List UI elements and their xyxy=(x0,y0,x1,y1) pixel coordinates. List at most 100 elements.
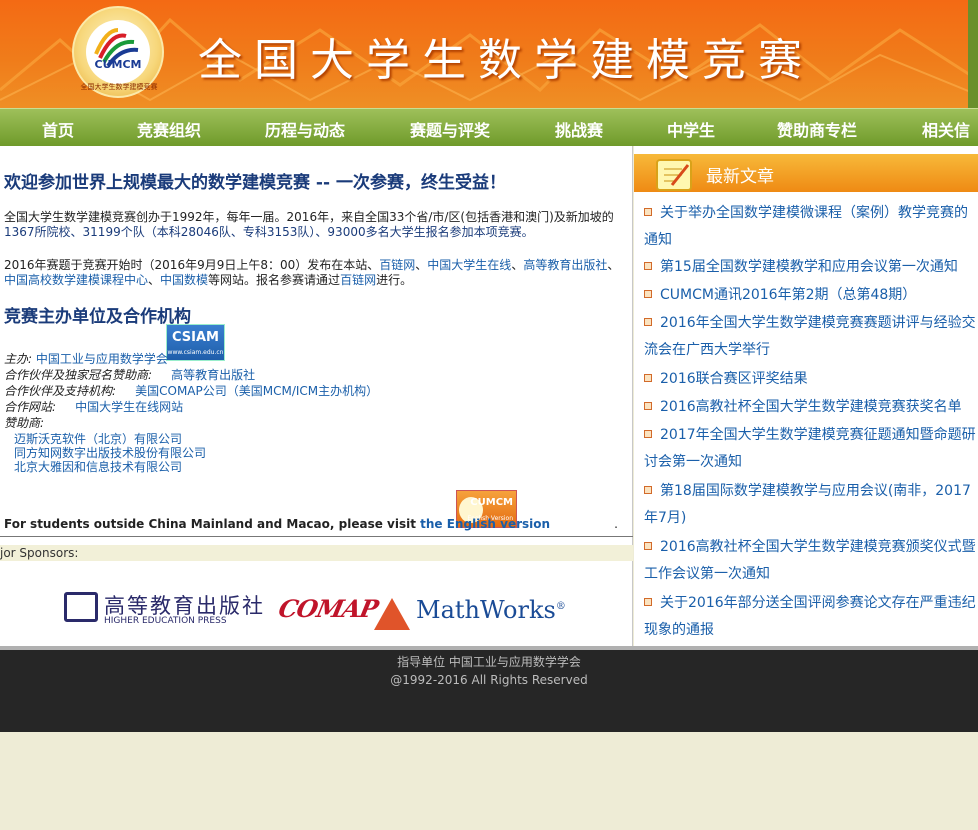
nav-item-home[interactable]: 首页 xyxy=(42,117,74,141)
csiam-url: www.csiam.edu.cn xyxy=(167,349,224,356)
link-china-university-online[interactable]: 中国大学生在线 xyxy=(427,258,511,272)
hep-emblem-icon xyxy=(64,592,98,622)
sidebar-header: 最新文章 xyxy=(634,154,978,192)
mathworks-membrane-icon xyxy=(374,598,410,630)
intro-text-2b: 等网站。报名参赛请通过 xyxy=(208,273,341,287)
bullet-icon xyxy=(644,402,652,410)
bullet-icon xyxy=(644,598,652,606)
article-item[interactable]: 2016年全国大学生数学建模竞赛赛题讲评与经验交流会在广西大学举行 xyxy=(644,310,976,364)
link-hep[interactable]: 高等教育出版社 xyxy=(523,258,607,272)
intl-notice: For students outside China Mainland and … xyxy=(4,517,618,531)
mathworks-logo[interactable]: MathWorks® xyxy=(416,596,566,624)
banner-stripe xyxy=(968,0,978,108)
nav-item-highschool[interactable]: 中学生 xyxy=(667,117,715,141)
english-version-link[interactable]: the English version xyxy=(420,517,550,531)
org-sponsor-label: 赞助商: xyxy=(4,416,45,430)
bullet-icon xyxy=(644,374,652,382)
csiam-logo[interactable]: CSIAM www.csiam.edu.cn xyxy=(166,324,225,361)
nav-item-problems[interactable]: 赛题与评奖 xyxy=(410,117,490,141)
article-item[interactable]: 2016高教社杯全国大学生数学建模竞赛颁奖仪式暨工作会议第一次通知 xyxy=(644,534,976,588)
intro-text-1a: 全国大学生数学建模竞赛创办于1992年，每年一届。2016年，来自全国33个省/… xyxy=(4,210,614,224)
nav-item-sponsors[interactable]: 赞助商专栏 xyxy=(777,117,857,141)
notepad-pencil-icon xyxy=(656,159,692,191)
intl-text: For students outside China Mainland and … xyxy=(4,517,416,531)
article-link[interactable]: 2016高教社杯全国大学生数学建模竞赛获奖名单 xyxy=(660,399,962,415)
bullet-icon xyxy=(644,486,652,494)
article-item[interactable]: CUMCM通讯2016年第2期（总第48期） xyxy=(644,282,976,309)
org-web-label: 合作网站: xyxy=(4,400,57,414)
article-link[interactable]: 第18届国际数学建模教学与应用会议(南非，2017年7月) xyxy=(644,483,971,526)
intro-paragraph-1: 全国大学生数学建模竞赛创办于1992年，每年一届。2016年，来自全国33个省/… xyxy=(4,210,624,240)
nav-item-challenge[interactable]: 挑战赛 xyxy=(555,117,603,141)
logo-emblem-icon xyxy=(86,20,150,84)
intro-text-2c: 进行。 xyxy=(376,273,413,287)
main-nav: 首页 竞赛组织 历程与动态 赛题与评奖 挑战赛 中学生 赞助商专栏 相关信 xyxy=(0,108,978,146)
sidebar-title: 最新文章 xyxy=(706,167,774,187)
intl-period: . xyxy=(614,517,618,531)
link-bailian-register[interactable]: 百链网 xyxy=(340,273,376,287)
welcome-heading: 欢迎参加世界上规模最大的数学建模竞赛 -- 一次参赛，终生受益！ xyxy=(4,173,506,193)
article-item[interactable]: 2016联合赛区评奖结果 xyxy=(644,366,976,393)
link-bailian[interactable]: 百链网 xyxy=(379,258,415,272)
link-hep-partner[interactable]: 高等教育出版社 xyxy=(171,368,255,382)
nav-item-history[interactable]: 历程与动态 xyxy=(265,117,345,141)
separator: 、 xyxy=(415,258,428,272)
article-item[interactable]: 关于举办全国数学建模微课程（案例）教学竞赛的通知 xyxy=(644,200,976,254)
article-link[interactable]: 2016联合赛区评奖结果 xyxy=(660,371,808,387)
org-partner-row: 合作伙伴及独家冠名赞助商: 高等教育出版社 xyxy=(4,368,255,382)
article-item[interactable]: 第18届国际数学建模教学与应用会议(南非，2017年7月) xyxy=(644,478,976,532)
org-web-row: 合作网站: 中国大学生在线网站 xyxy=(4,400,183,414)
link-comap[interactable]: 美国COMAP公司（美国MCM/ICM主办机构） xyxy=(135,384,378,398)
link-csiam[interactable]: 中国工业与应用数学学会 xyxy=(36,352,168,366)
bullet-icon xyxy=(644,208,652,216)
article-item[interactable]: 2017年全国大学生数学建模竞赛征题通知暨命题研讨会第一次通知 xyxy=(644,422,976,476)
article-link[interactable]: 2017年全国大学生数学建模竞赛征题通知暨命题研讨会第一次通知 xyxy=(644,427,976,470)
sponsor-row: 同方知网数字出版技术股份有限公司 xyxy=(14,446,206,460)
separator: 、 xyxy=(607,258,620,272)
cumcm-logo[interactable]: CUMCM 全国大学生数学建模竞赛 xyxy=(72,6,164,98)
mathworks-reg: ® xyxy=(555,601,566,612)
article-link[interactable]: CUMCM通讯2016年第2期（总第48期） xyxy=(660,287,916,303)
bullet-icon xyxy=(644,290,652,298)
nav-item-related[interactable]: 相关信 xyxy=(922,117,970,141)
footer-copyright: @1992-2016 All Rights Reserved xyxy=(390,673,588,687)
article-link[interactable]: 第15届全国数学建模教学和应用会议第一次通知 xyxy=(660,259,958,275)
hep-logo-en: HIGHER EDUCATION PRESS xyxy=(104,616,227,626)
link-china-shumo[interactable]: 中国数模 xyxy=(160,273,208,287)
footer-guidance: 指导单位 中国工业与应用数学学会 xyxy=(397,655,581,669)
org-sponsor-label-row: 赞助商: xyxy=(4,416,44,430)
article-link[interactable]: 2016高教社杯全国大学生数学建模竞赛颁奖仪式暨工作会议第一次通知 xyxy=(644,539,976,582)
site-title: 全国大学生数学建模竞赛 xyxy=(198,35,814,86)
link-course-center[interactable]: 中国高校数学建模课程中心 xyxy=(4,273,148,287)
major-sponsors-label: jor Sponsors: xyxy=(0,546,79,560)
english-badge-title: CUMCM xyxy=(470,497,513,508)
article-item[interactable]: 关于2016年部分送全国评阅参赛论文存在严重违纪现象的通报 xyxy=(644,590,976,644)
main-content: 欢迎参加世界上规模最大的数学建模竞赛 -- 一次参赛，终生受益！ 全国大学生数学… xyxy=(0,146,633,646)
intro-text-1b: 1367所院校、31199个队（本科28046队、专科3153队）、93000多… xyxy=(4,225,534,239)
organizers-heading: 竞赛主办单位及合作机构 xyxy=(4,307,191,327)
major-sponsors-bar: jor Sponsors: xyxy=(0,545,633,561)
separator: 、 xyxy=(511,258,524,272)
article-link[interactable]: 2016年全国大学生数学建模竞赛赛题讲评与经验交流会在广西大学举行 xyxy=(644,315,976,358)
logo-ring-text: 全国大学生数学建模竞赛 xyxy=(80,83,158,91)
link-sponsor-dayainhe[interactable]: 北京大雅因和信息技术有限公司 xyxy=(14,460,182,474)
bullet-icon xyxy=(644,430,652,438)
link-sponsor-cnki[interactable]: 同方知网数字出版技术股份有限公司 xyxy=(14,446,206,460)
comap-logo[interactable]: COMAP xyxy=(276,594,380,623)
nav-item-organization[interactable]: 竞赛组织 xyxy=(137,117,201,141)
link-sponsor-mathworks[interactable]: 迈斯沃克软件（北京）有限公司 xyxy=(14,432,182,446)
intro-text-2a: 2016年赛题于竞赛开始时（2016年9月9日上午8：00）发布在本站、 xyxy=(4,258,380,272)
csiam-logo-text: CSIAM xyxy=(172,330,219,345)
bullet-icon xyxy=(644,262,652,270)
logo-text: CUMCM xyxy=(94,58,142,71)
intro-paragraph-2: 2016年赛题于竞赛开始时（2016年9月9日上午8：00）发布在本站、百链网、… xyxy=(4,258,624,288)
separator: 、 xyxy=(148,273,161,287)
org-host-row: 主办: 中国工业与应用数学学会 xyxy=(4,352,168,366)
link-china-university-online-site[interactable]: 中国大学生在线网站 xyxy=(75,400,183,414)
bullet-icon xyxy=(644,318,652,326)
article-item[interactable]: 2016高教社杯全国大学生数学建模竞赛获奖名单 xyxy=(644,394,976,421)
article-link[interactable]: 关于2016年部分送全国评阅参赛论文存在严重违纪现象的通报 xyxy=(644,595,976,638)
sponsor-row: 迈斯沃克软件（北京）有限公司 xyxy=(14,432,182,446)
article-item[interactable]: 第15届全国数学建模教学和应用会议第一次通知 xyxy=(644,254,976,281)
article-link[interactable]: 关于举办全国数学建模微课程（案例）教学竞赛的通知 xyxy=(644,205,968,248)
